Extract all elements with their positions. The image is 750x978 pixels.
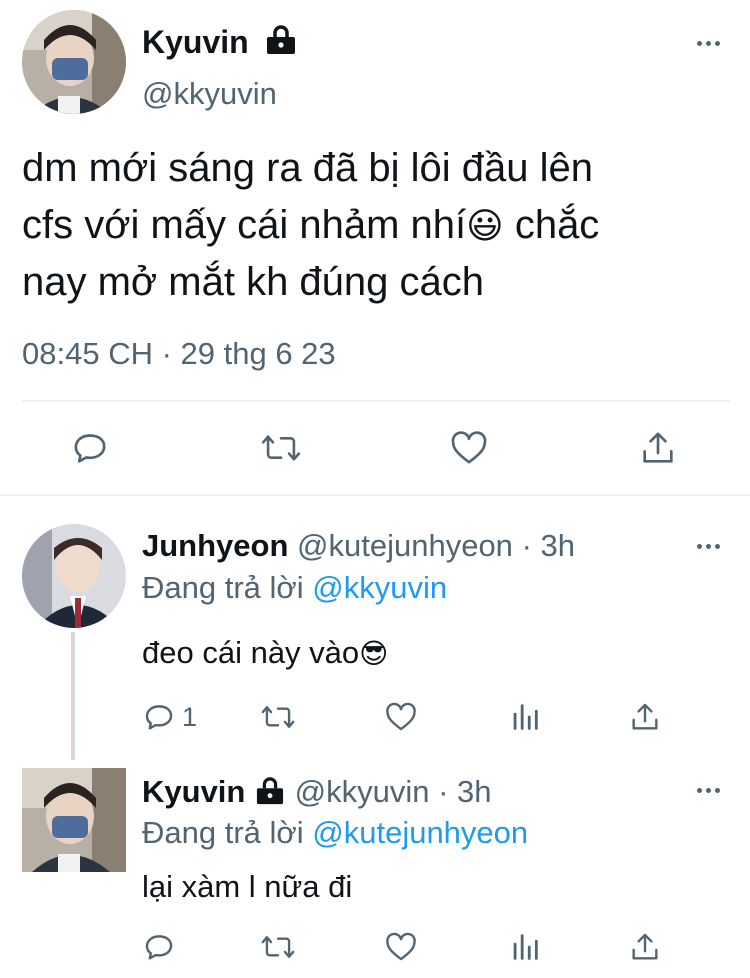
avatar-photo-icon [22, 524, 126, 628]
main-like-button[interactable] [448, 428, 490, 468]
main-timestamp[interactable]: 08:45 CH · 29 thg 6 23 [22, 336, 336, 372]
reply2-analytics-button[interactable] [508, 930, 542, 964]
avatar-photo-icon [22, 768, 126, 872]
reply1-avatar[interactable] [22, 524, 126, 628]
section-divider [0, 494, 750, 496]
reply1-text: đeo cái này vào😎 [142, 635, 389, 670]
main-tweet-line2: cfs với mấy cái nhảm nhí😃 chắc [22, 203, 600, 247]
analytics-icon [513, 704, 538, 730]
main-tweet-line3: nay mở mắt kh đúng cách [22, 260, 485, 304]
reply1-author-handle[interactable]: @kutejunhyeon [297, 528, 513, 563]
reply2-mention-link[interactable]: @kutejunhyeon [312, 815, 528, 850]
reply2-header: Kyuvin @kkyuvin · 3h [142, 774, 492, 813]
reply1-reply-button[interactable]: 1 [142, 700, 197, 734]
share-icon [632, 933, 658, 960]
main-tweet-line1: dm mới sáng ra đã bị lôi đầu lên [22, 146, 593, 190]
main-more-button[interactable] [688, 33, 728, 53]
heart-icon [451, 431, 487, 464]
reply1-retweet-button[interactable] [260, 700, 296, 734]
reply1-header: Junhyeon @kutejunhyeon · 3h [142, 528, 575, 564]
reply2-time[interactable]: · 3h [438, 774, 491, 809]
lock-icon [264, 25, 298, 60]
reply1-analytics-button[interactable] [508, 700, 542, 734]
lock-icon [254, 777, 286, 813]
analytics-icon [513, 934, 538, 960]
reply1-mention-link[interactable]: @kkyuvin [312, 570, 447, 605]
sunglasses-emoji-icon: 😎 [359, 638, 389, 669]
divider [22, 400, 730, 402]
main-share-button[interactable] [638, 428, 678, 468]
heart-icon [386, 932, 416, 961]
reply2-reply-button[interactable] [142, 930, 176, 964]
reply1-author-name[interactable]: Junhyeon [142, 528, 288, 563]
reply1-more-button[interactable] [688, 536, 728, 556]
reply-icon [145, 705, 173, 730]
reply1-reply-count: 1 [182, 701, 198, 732]
reply1-share-button[interactable] [628, 700, 662, 734]
main-retweet-button[interactable] [260, 428, 302, 468]
main-tweet-text: dm mới sáng ra đã bị lôi đầu lên cfs với… [22, 140, 722, 311]
retweet-icon [261, 706, 295, 728]
retweet-icon [261, 936, 295, 958]
reply-icon [74, 434, 106, 463]
reply2-share-button[interactable] [628, 930, 662, 964]
reply2-replying-to: Đang trả lời @kutejunhyeon [142, 815, 529, 850]
reply1-time[interactable]: · 3h [522, 528, 575, 563]
retweet-icon [261, 435, 301, 461]
smile-emoji-icon: 😃 [466, 205, 504, 246]
reply2-avatar[interactable] [22, 768, 126, 872]
heart-icon [386, 702, 416, 731]
thread-connector [71, 632, 75, 760]
main-avatar[interactable] [22, 10, 126, 114]
reply2-author-name[interactable]: Kyuvin [142, 774, 245, 809]
reply2-more-button[interactable] [688, 780, 728, 800]
reply2-text: lại xàm l nữa đi [142, 869, 353, 904]
reply2-like-button[interactable] [384, 930, 418, 964]
reply-icon [145, 935, 173, 960]
main-author-handle[interactable]: @kkyuvin [142, 76, 277, 112]
reply1-replying-to: Đang trả lời @kkyuvin [142, 570, 448, 605]
share-icon [643, 432, 673, 463]
reply2-author-handle[interactable]: @kkyuvin [295, 774, 430, 809]
share-icon [632, 703, 658, 730]
reply2-retweet-button[interactable] [260, 930, 296, 964]
reply1-like-button[interactable] [384, 700, 418, 734]
main-author-name[interactable]: Kyuvin [142, 24, 249, 60]
avatar-photo-icon [22, 10, 126, 114]
main-reply-button[interactable] [70, 428, 110, 468]
